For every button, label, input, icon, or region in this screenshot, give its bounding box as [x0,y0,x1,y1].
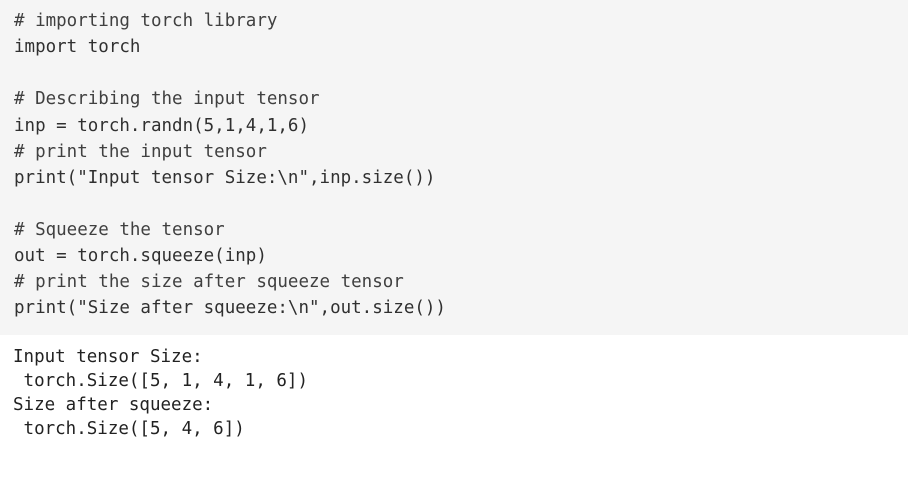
output-block: Input tensor Size: torch.Size([5, 1, 4, … [0,335,908,477]
code-line-print-input: print("Input tensor Size:\n",inp.size()) [14,168,436,188]
code-line-inp-assign: inp = torch.randn(5,1,4,1,6) [14,116,310,136]
code-line-print-size: print("Size after squeeze:\n",out.size()… [14,298,446,318]
output-line-input-size-value: torch.Size([5, 1, 4, 1, 6]) [13,371,309,391]
code-line-comment-describe: # Describing the input tensor [14,89,320,109]
output-line-input-size-label: Input tensor Size: [13,347,203,367]
code-line-comment-import: # importing torch library [14,11,278,31]
code-block: # importing torch library import torch #… [0,0,908,335]
code-line-comment-print-size: # print the size after squeeze tensor [14,272,404,292]
output-line-squeeze-size-label: Size after squeeze: [13,395,214,415]
code-line-out-assign: out = torch.squeeze(inp) [14,246,267,266]
code-line-comment-squeeze: # Squeeze the tensor [14,220,225,240]
code-line-comment-print-input: # print the input tensor [14,142,267,162]
code-line-import: import torch [14,37,141,57]
output-line-squeeze-size-value: torch.Size([5, 4, 6]) [13,419,245,439]
